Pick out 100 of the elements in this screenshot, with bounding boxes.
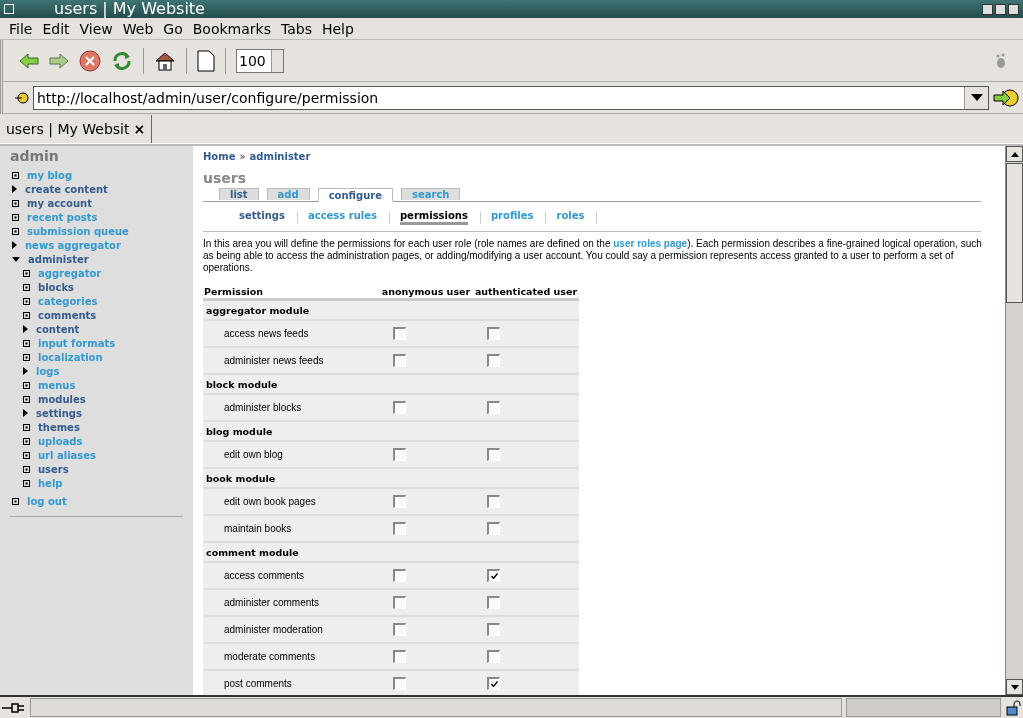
bullet-icon: [12, 497, 19, 505]
checkbox[interactable]: [393, 448, 406, 461]
collapse-arrow-icon: [12, 256, 20, 262]
bullet-icon: [12, 171, 19, 179]
bullet-icon: [23, 381, 30, 389]
bullet-icon: [23, 465, 30, 473]
window-menu-icon: [4, 4, 14, 14]
checkbox[interactable]: [393, 522, 406, 535]
page-title: users: [203, 170, 248, 188]
tab[interactable]: configure: [317, 188, 393, 202]
zoom-spinner[interactable]: 100: [236, 48, 284, 73]
checkbox[interactable]: [487, 354, 500, 367]
forward-icon[interactable]: [49, 52, 69, 69]
permission-name: access news feeds: [223, 328, 310, 339]
window-title: users | My Website: [54, 0, 205, 18]
bullet-icon: [23, 395, 30, 403]
checkbox[interactable]: [393, 650, 406, 663]
bullet-icon: [23, 451, 30, 459]
check-icon: [490, 681, 498, 687]
checkbox[interactable]: [487, 650, 500, 663]
checkbox[interactable]: [393, 401, 406, 414]
permission-name: administer comments: [223, 597, 321, 608]
column-header: anonymous user: [380, 286, 472, 298]
bullet-icon: [23, 339, 30, 347]
bullet-icon: [23, 479, 30, 487]
tab-close-button[interactable]: ×: [133, 121, 146, 137]
column-header: Permission: [203, 286, 265, 298]
breadcrumb-link[interactable]: administer: [249, 150, 311, 162]
sidebar-link[interactable]: themes: [38, 421, 80, 433]
checkbox[interactable]: [487, 401, 500, 414]
sidebar-link[interactable]: create content: [25, 183, 108, 195]
check-icon: [490, 573, 498, 579]
back-icon[interactable]: [19, 52, 39, 69]
sidebar-link[interactable]: blocks: [38, 281, 74, 293]
subtab[interactable]: roles: [556, 210, 585, 225]
menu-item[interactable]: Help: [316, 20, 359, 37]
menu-item[interactable]: Web: [117, 20, 159, 37]
reload-icon[interactable]: [111, 49, 133, 72]
checkbox[interactable]: [393, 677, 406, 690]
checkbox[interactable]: [487, 448, 500, 461]
subtab[interactable]: profiles: [490, 210, 534, 225]
bullet-icon: [23, 423, 30, 431]
breadcrumb-link[interactable]: Home: [203, 150, 236, 162]
expand-arrow-icon: [23, 325, 28, 333]
user-roles-link[interactable]: user roles page: [613, 238, 688, 249]
checkbox[interactable]: [393, 596, 406, 609]
subtab[interactable]: access rules: [307, 210, 377, 225]
stop-icon[interactable]: [79, 49, 101, 72]
permission-name: post comments: [223, 678, 293, 689]
new-page-icon[interactable]: [197, 49, 215, 72]
scroll-up-icon: [1010, 151, 1019, 157]
menu-item[interactable]: Bookmarks: [187, 20, 276, 37]
minimize-button[interactable]: [982, 3, 993, 15]
sidebar-link[interactable]: comments: [38, 309, 97, 321]
checkbox[interactable]: [487, 677, 500, 690]
vertical-scrollbar[interactable]: [1005, 146, 1023, 695]
maximize-button[interactable]: [995, 3, 1006, 15]
bullet-icon: [12, 227, 19, 235]
checkbox[interactable]: [487, 596, 500, 609]
menu-item[interactable]: Edit: [37, 20, 75, 37]
menu-item[interactable]: Tabs: [275, 20, 317, 37]
sidebar-title: admin: [10, 148, 60, 164]
dropdown-icon: [970, 94, 983, 101]
go-icon[interactable]: [993, 87, 1019, 108]
subtab[interactable]: permissions: [399, 210, 468, 225]
bullet-icon: [23, 311, 30, 319]
checkbox[interactable]: [393, 623, 406, 636]
permission-name: administer news feeds: [223, 355, 325, 366]
bullet-icon: [12, 199, 19, 207]
tab[interactable]: list: [219, 188, 259, 200]
checkbox[interactable]: [487, 623, 500, 636]
subtab[interactable]: settings: [239, 210, 285, 225]
expand-arrow-icon: [12, 185, 17, 193]
menu-item[interactable]: File: [4, 20, 38, 37]
bullet-icon: [23, 283, 30, 291]
checkbox[interactable]: [487, 569, 500, 582]
checkbox[interactable]: [487, 522, 500, 535]
checkbox[interactable]: [393, 327, 406, 340]
checkbox[interactable]: [487, 327, 500, 340]
sidebar-link[interactable]: my account: [27, 197, 92, 209]
sidebar-link[interactable]: settings: [36, 407, 82, 419]
module-name: block module: [206, 378, 278, 390]
checkbox[interactable]: [393, 569, 406, 582]
sidebar-link[interactable]: modules: [38, 393, 86, 405]
sidebar-link[interactable]: users: [38, 463, 69, 475]
bullet-icon: [23, 353, 30, 361]
permission-name: maintain books: [223, 523, 293, 534]
menu-item[interactable]: Go: [158, 20, 188, 37]
menu-item[interactable]: View: [74, 20, 118, 37]
module-name: blog module: [206, 425, 273, 437]
scrollbar-thumb[interactable]: [1006, 163, 1023, 303]
close-button[interactable]: [1008, 3, 1019, 15]
address-field[interactable]: http://localhost/admin/user/configure/permission: [33, 85, 989, 110]
checkbox[interactable]: [393, 354, 406, 367]
sidebar-link[interactable]: content: [36, 323, 80, 335]
sidebar-link[interactable]: administer: [28, 253, 89, 265]
module-name: comment module: [206, 546, 299, 558]
padlock-icon: [1005, 699, 1021, 716]
checkbox[interactable]: [487, 495, 500, 508]
checkbox[interactable]: [393, 495, 406, 508]
